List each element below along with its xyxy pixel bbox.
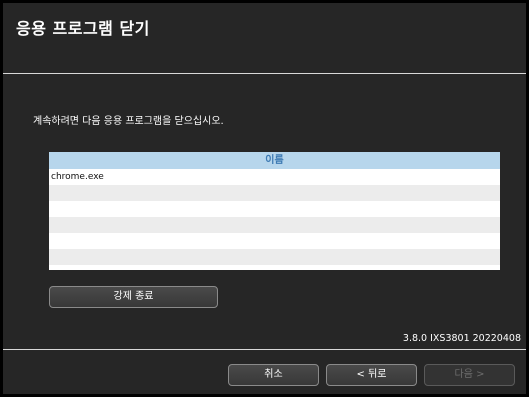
application-list[interactable]: 이름 chrome.exe [49, 152, 500, 270]
next-button[interactable]: 다음 > [424, 364, 515, 386]
version-label: 3.8.0 IXS3801 20220408 [402, 333, 521, 344]
list-item[interactable] [49, 185, 500, 201]
list-item[interactable]: chrome.exe [49, 169, 500, 185]
list-item[interactable] [49, 233, 500, 249]
instruction-text: 계속하려면 다음 응용 프로그램을 닫으십시오. [33, 116, 224, 127]
dialog-title: 응용 프로그램 닫기 [16, 19, 150, 38]
close-applications-dialog: 응용 프로그램 닫기 계속하려면 다음 응용 프로그램을 닫으십시오. 이름 c… [3, 3, 526, 394]
list-item[interactable] [49, 201, 500, 217]
header-divider [3, 73, 526, 74]
force-close-button[interactable]: 강제 종료 [49, 286, 218, 308]
footer-divider [3, 349, 526, 350]
list-item[interactable] [49, 249, 500, 265]
list-item[interactable] [49, 217, 500, 233]
cancel-button[interactable]: 취소 [228, 364, 319, 386]
back-button[interactable]: < 뒤로 [326, 364, 417, 386]
column-header-name[interactable]: 이름 [49, 152, 500, 169]
